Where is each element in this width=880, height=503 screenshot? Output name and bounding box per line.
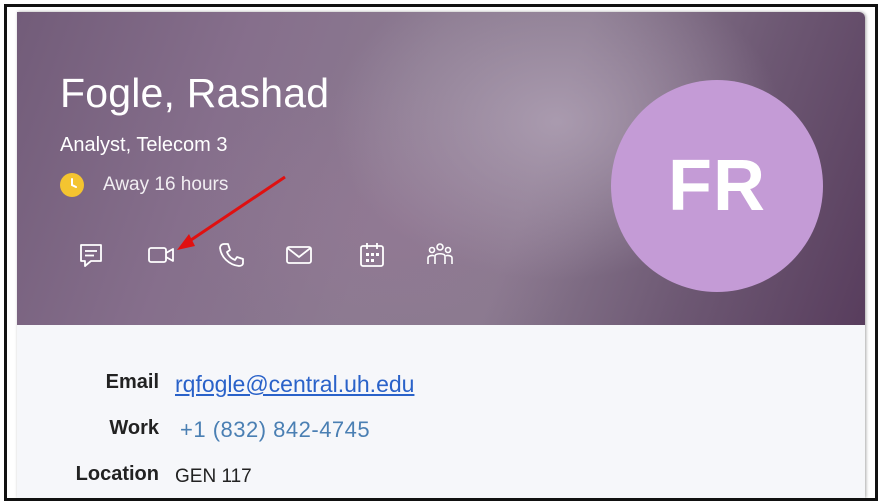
video-camera-icon [148,247,174,263]
call-button[interactable] [214,238,248,272]
contact-title: Analyst, Telecom 3 [60,134,228,156]
chat-button[interactable] [74,238,108,272]
status-text: Away 16 hours [103,174,229,195]
email-link[interactable]: rqfogle@central.uh.edu [175,371,414,398]
email-label: Email [105,371,159,393]
email-row: Email rqfogle@central.uh.edu [17,371,865,401]
avatar-initials: FR [668,146,766,226]
away-clock-icon [60,173,84,197]
meeting-button[interactable] [355,238,389,272]
contact-details: Email rqfogle@central.uh.edu Work +1 (83… [17,325,865,498]
location-value: GEN 117 [175,466,252,487]
work-phone-row: Work +1 (832) 842-4745 [17,417,865,447]
phone-icon [219,243,244,267]
email-button[interactable] [282,238,316,272]
envelope-icon [286,246,312,264]
people-icon [427,243,453,264]
contact-card: Fogle, Rashad Analyst, Telecom 3 Away 16… [17,12,865,498]
chat-icon [80,244,102,267]
screenshot-frame: Fogle, Rashad Analyst, Telecom 3 Away 16… [4,4,878,501]
location-row: Location GEN 117 [17,463,865,493]
avatar: FR [611,80,823,292]
location-label: Location [75,463,159,485]
contact-name: Fogle, Rashad [60,70,330,116]
contact-header: Fogle, Rashad Analyst, Telecom 3 Away 16… [17,12,865,325]
organization-button[interactable] [423,238,457,272]
work-phone-link[interactable]: +1 (832) 842-4745 [180,417,370,443]
video-call-button[interactable] [144,238,178,272]
work-label: Work [109,417,159,439]
calendar-icon [360,243,384,267]
